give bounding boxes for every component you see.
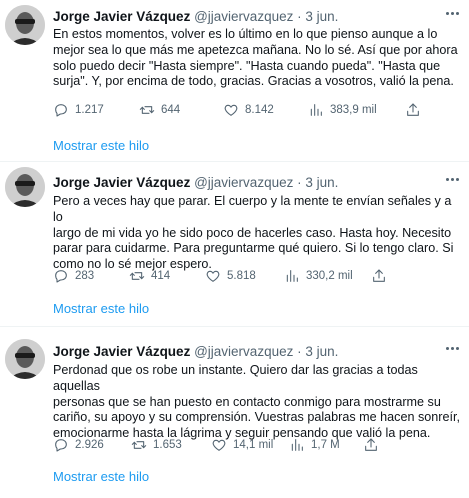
heart-icon [224,104,238,116]
retweet-count: 644 [161,104,181,116]
retweet-icon [129,272,145,280]
author-name[interactable]: Jorge Javier Vázquez [53,175,190,190]
reply-button[interactable]: 283 [53,268,94,284]
separator: · [297,175,302,190]
tweet[interactable]: Jorge Javier Vázquez @jjaviervazquez · 3… [0,0,469,162]
avatar[interactable] [5,5,45,45]
author-handle[interactable]: @jjaviervazquez [194,344,293,359]
retweet-icon [139,106,155,114]
views-button[interactable]: 330,2 mil [284,268,353,284]
retweet-button[interactable]: 644 [139,102,180,118]
tweet[interactable]: Jorge Javier Vázquez @jjaviervazquez · 3… [0,327,469,498]
tweet-text: En estos momentos, volver es lo último e… [53,27,458,89]
avatar[interactable] [5,167,45,207]
tweet-date[interactable]: 3 jun. [305,175,338,190]
retweet-count: 414 [151,270,171,282]
like-count: 5.818 [227,270,256,282]
reply-icon [55,270,67,283]
separator: · [297,9,302,24]
like-button[interactable]: 8.142 [223,102,274,118]
heart-icon [212,439,226,451]
tweet-header: Jorge Javier Vázquez @jjaviervazquez · 3… [53,343,338,361]
tweet-header: Jorge Javier Vázquez @jjaviervazquez · 3… [53,174,338,192]
show-thread-link[interactable]: Mostrar este hilo [53,469,149,484]
author-handle[interactable]: @jjaviervazquez [194,175,293,190]
more-icon[interactable] [446,12,459,15]
author-name[interactable]: Jorge Javier Vázquez [53,344,190,359]
author-name[interactable]: Jorge Javier Vázquez [53,9,190,24]
tweet-text: Perdonad que os robe un instante. Quiero… [53,363,460,441]
tweet-date[interactable]: 3 jun. [305,344,338,359]
views-count: 1,7 M [311,439,340,451]
heart-icon [206,270,220,282]
tweet-date[interactable]: 3 jun. [305,9,338,24]
retweet-button[interactable]: 1.653 [131,437,182,453]
tweet-actions: 1.217 644 8.142 383,9 mil [53,102,463,120]
views-button[interactable]: 1,7 M [289,437,340,453]
like-count: 8.142 [245,104,274,116]
share-button[interactable] [405,102,421,121]
share-icon [373,269,385,282]
separator: · [297,344,302,359]
author-handle[interactable]: @jjaviervazquez [194,9,293,24]
share-button[interactable] [363,437,379,456]
reply-icon [55,104,67,117]
views-count: 330,2 mil [306,270,353,282]
views-icon [291,439,303,451]
tweet-actions: 283 414 5.818 330,2 mil [53,268,463,286]
reply-count: 283 [75,270,95,282]
views-button[interactable]: 383,9 mil [308,102,377,118]
share-icon [407,103,419,116]
views-count: 383,9 mil [330,104,377,116]
tweet-text: Pero a veces hay que parar. El cuerpo y … [53,194,454,272]
more-icon[interactable] [446,178,459,181]
tweet-actions: 2.926 1.653 14,1 mil 1,7 M [53,437,463,455]
show-thread-link[interactable]: Mostrar este hilo [53,301,149,316]
tweet-header: Jorge Javier Vázquez @jjaviervazquez · 3… [53,8,338,26]
like-count: 14,1 mil [233,439,274,451]
like-button[interactable]: 5.818 [205,268,256,284]
reply-count: 1.217 [75,104,104,116]
avatar[interactable] [5,339,45,379]
tweet[interactable]: Jorge Javier Vázquez @jjaviervazquez · 3… [0,162,469,327]
views-icon [286,270,298,282]
reply-button[interactable]: 2.926 [53,437,104,453]
share-button[interactable] [371,268,387,287]
more-icon[interactable] [446,347,459,350]
reply-button[interactable]: 1.217 [53,102,104,118]
show-thread-link[interactable]: Mostrar este hilo [53,138,149,153]
reply-icon [55,439,67,452]
views-icon [310,104,322,116]
retweet-icon [131,441,147,449]
share-icon [365,438,377,451]
like-button[interactable]: 14,1 mil [211,437,273,453]
reply-count: 2.926 [75,439,104,451]
retweet-count: 1.653 [153,439,182,451]
retweet-button[interactable]: 414 [129,268,170,284]
